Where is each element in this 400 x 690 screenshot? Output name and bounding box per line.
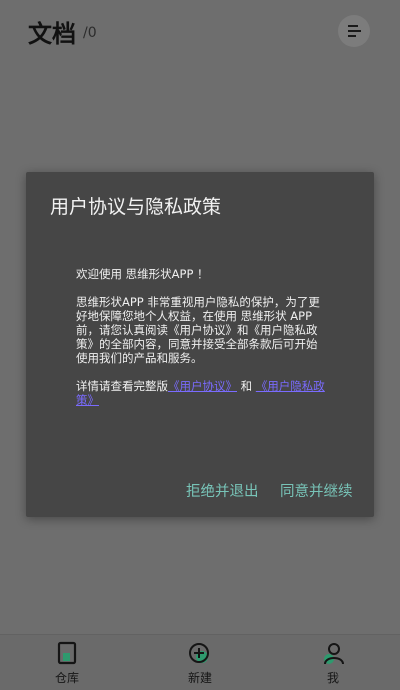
details-line: 详情请查看完整版《用户协议》 和 《用户隐私政策》 [76,379,326,407]
agreement-dialog: 用户协议与隐私政策 欢迎使用 思维形状APP ！ 思维形状APP 非常重视用户隐… [26,172,374,517]
user-agreement-link[interactable]: 《用户协议》 [168,379,237,393]
dialog-title: 用户协议与隐私政策 [50,196,222,218]
library-icon [57,641,77,665]
nav-item-new[interactable]: 新建 [160,635,240,690]
bottom-nav: 仓库 新建 我 [0,634,400,690]
nav-label-me: 我 [326,671,339,685]
nav-item-me[interactable]: 我 [293,635,373,690]
nav-item-library[interactable]: 仓库 [27,635,107,690]
agree-button[interactable]: 同意并继续 [280,480,353,501]
details-and: 和 [240,379,253,393]
reject-button[interactable]: 拒绝并退出 [186,480,259,501]
app-root: 文档 /0 用户协议与隐私政策 欢迎使用 思维形状APP ！ 思维形状APP 非… [0,0,400,690]
add-circle-icon [189,643,209,663]
nav-label-new: 新建 [187,671,212,685]
list-menu-icon [348,25,361,37]
menu-button[interactable] [338,15,370,47]
document-count: /0 [83,25,97,41]
page-title: 文档 [28,20,76,48]
dialog-body: 欢迎使用 思维形状APP ！ 思维形状APP 非常重视用户隐私的保护，为了更好地… [76,267,326,421]
header: 文档 /0 [0,0,400,60]
welcome-text: 欢迎使用 思维形状APP ！ [76,267,209,281]
user-icon [324,643,344,665]
nav-label-library: 仓库 [54,671,79,685]
agreement-paragraph: 思维形状APP 非常重视用户隐私的保护，为了更好地保障您地个人权益，在使用 思维… [76,295,320,365]
details-prefix: 详情请查看完整版 [76,379,168,393]
